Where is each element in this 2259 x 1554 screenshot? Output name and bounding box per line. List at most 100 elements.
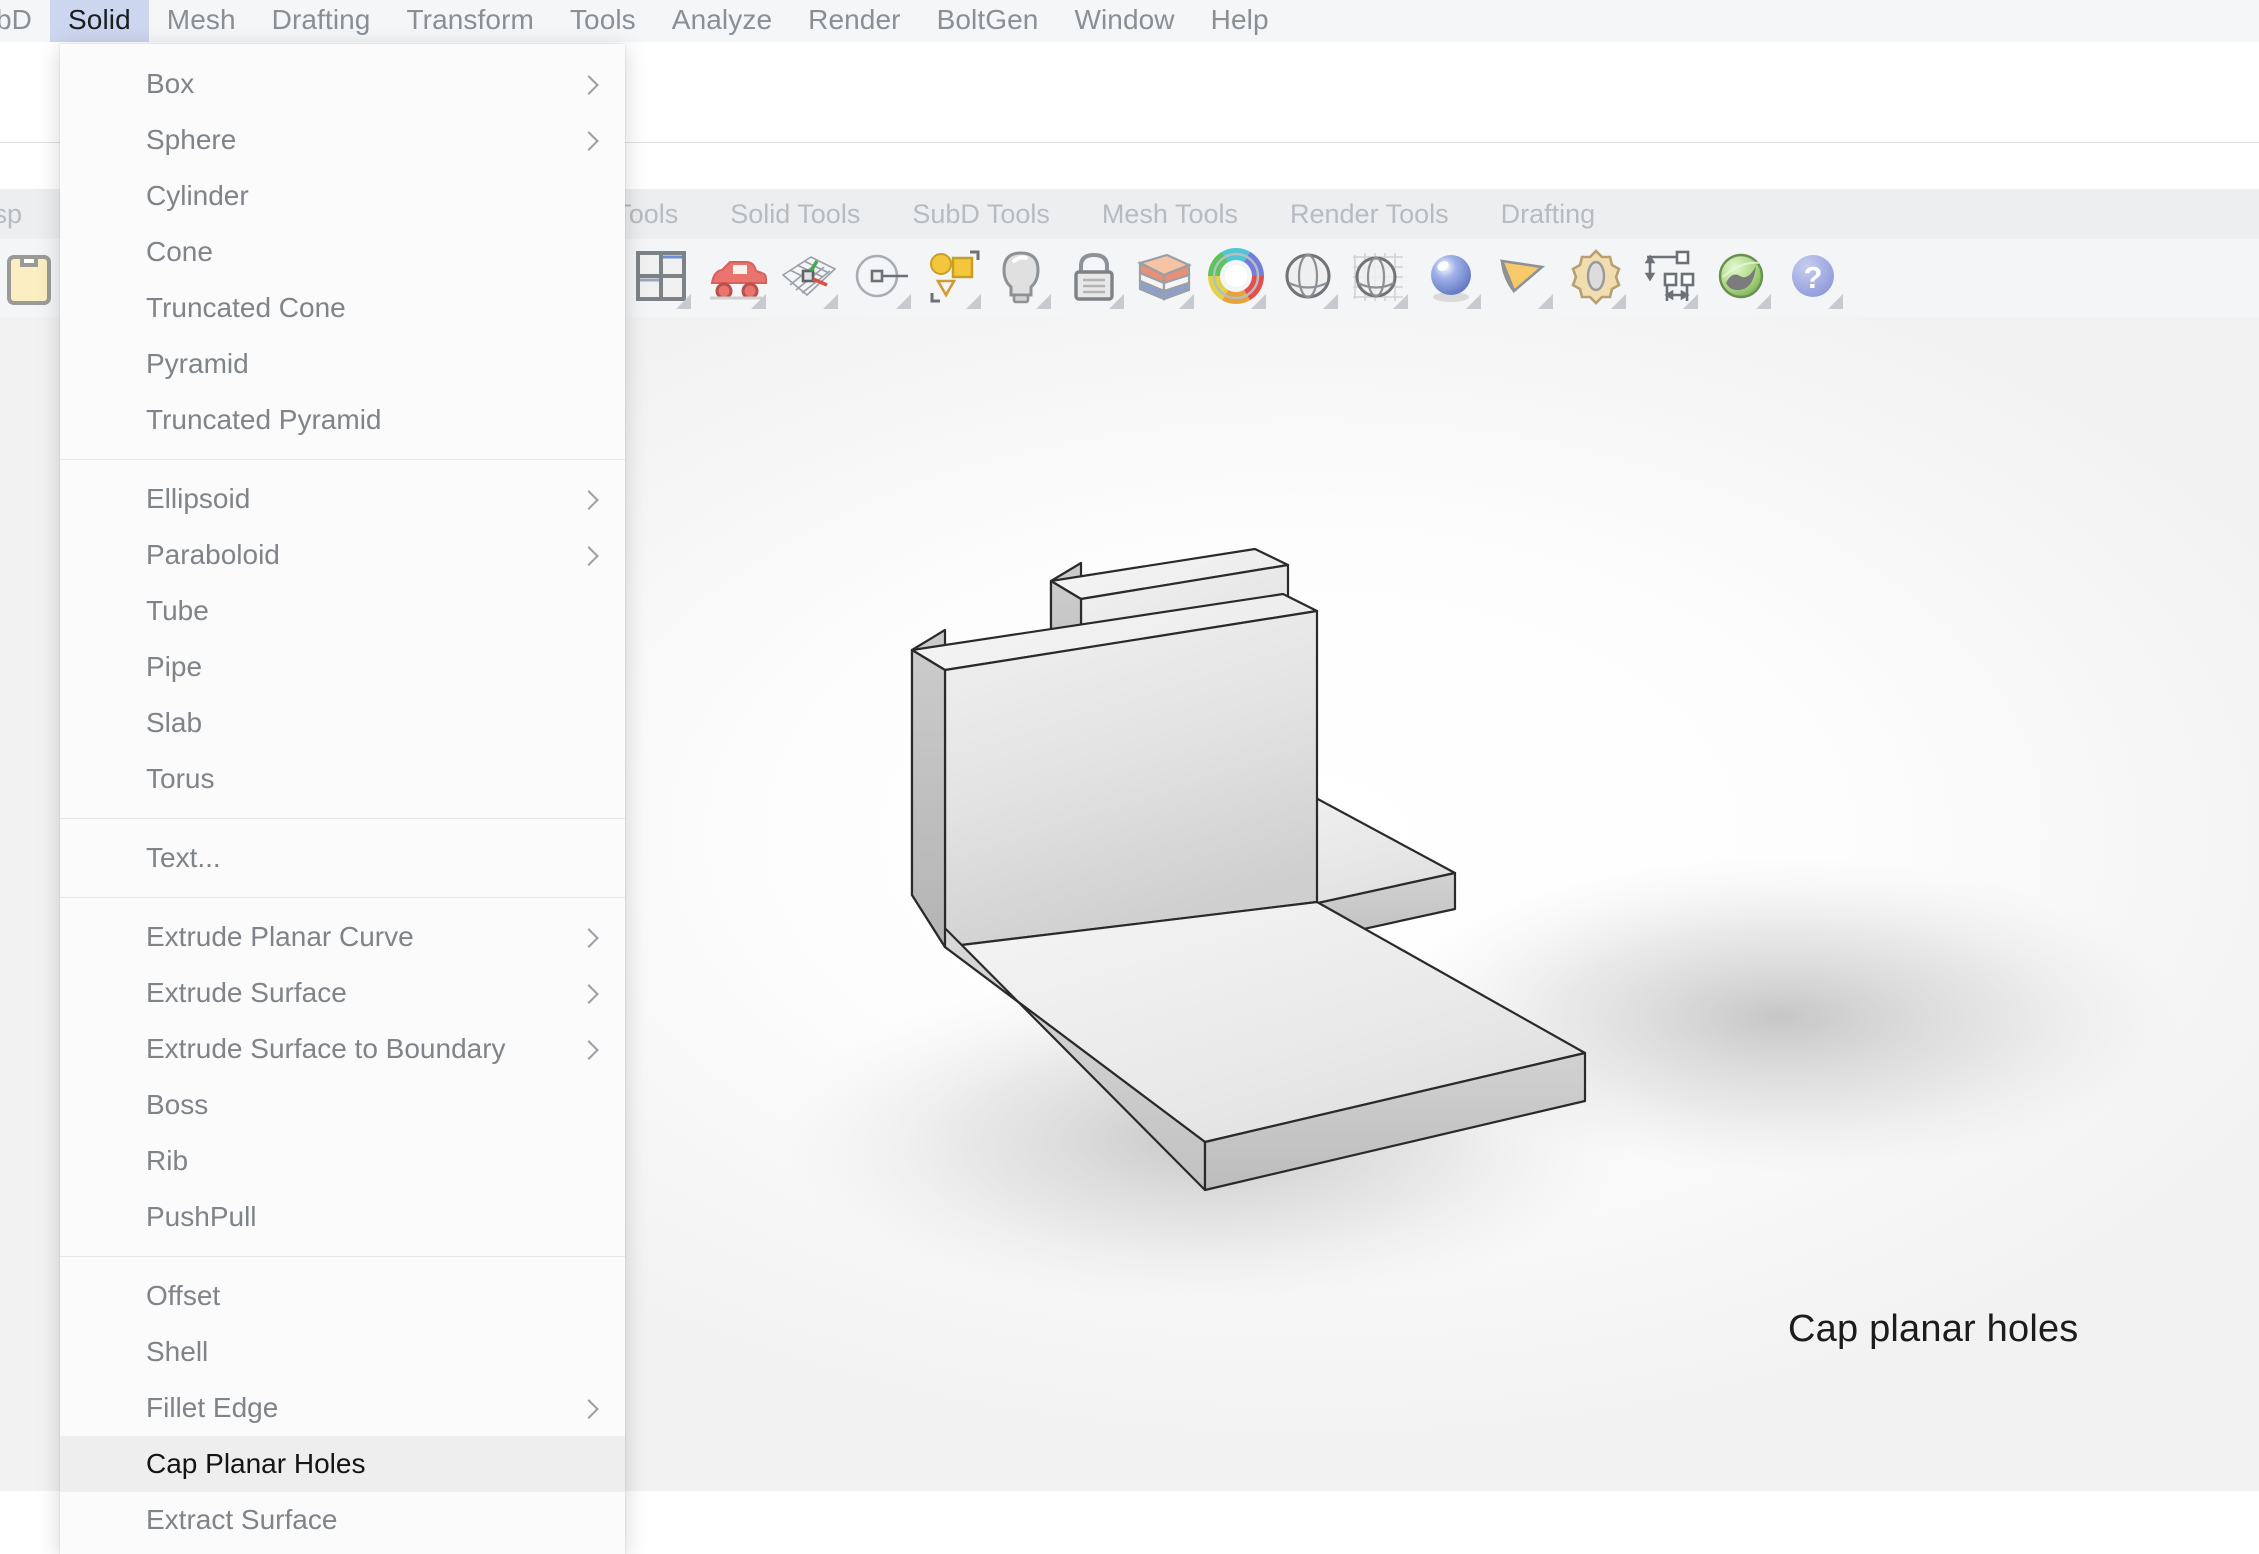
layers-material-icon[interactable] bbox=[1133, 245, 1195, 311]
dropdown-marker[interactable] bbox=[676, 294, 691, 309]
tab-subd-tools[interactable]: SubD Tools bbox=[886, 197, 1076, 231]
menu-mesh[interactable]: Mesh bbox=[149, 0, 254, 42]
tab-solid-tools[interactable]: Solid Tools bbox=[704, 197, 886, 231]
menu-item-text[interactable]: Text... bbox=[60, 830, 625, 886]
menu-item-label: PushPull bbox=[146, 1202, 257, 1232]
menu-help[interactable]: Help bbox=[1193, 0, 1287, 42]
menu-solid[interactable]: Solid bbox=[50, 0, 149, 42]
dropdown-marker[interactable] bbox=[1109, 294, 1124, 309]
menu-item-extrude-planar-curve[interactable]: Extrude Planar Curve bbox=[60, 909, 625, 965]
menu-item-paraboloid[interactable]: Paraboloid bbox=[60, 527, 625, 583]
menu-item-torus[interactable]: Torus bbox=[60, 751, 625, 807]
menu-item-box[interactable]: Box bbox=[60, 56, 625, 112]
dropdown-marker[interactable] bbox=[966, 294, 981, 309]
menu-separator bbox=[60, 818, 625, 819]
menu-item-truncated-pyramid[interactable]: Truncated Pyramid bbox=[60, 392, 625, 448]
menu-item-pipe[interactable]: Pipe bbox=[60, 639, 625, 695]
shaded-sphere-icon[interactable] bbox=[1277, 245, 1339, 311]
menu-drafting[interactable]: Drafting bbox=[254, 0, 389, 42]
menu-separator bbox=[60, 1256, 625, 1257]
dropdown-marker[interactable] bbox=[1756, 294, 1771, 309]
menu-item-label: Pipe bbox=[146, 652, 202, 682]
menu-item-pyramid[interactable]: Pyramid bbox=[60, 336, 625, 392]
menu-item-sphere[interactable]: Sphere bbox=[60, 112, 625, 168]
rendered-sphere-icon[interactable] bbox=[1420, 245, 1482, 311]
menu-item-pushpull[interactable]: PushPull bbox=[60, 1189, 625, 1245]
tab-drafting[interactable]: Drafting bbox=[1475, 197, 1622, 231]
svg-text:?: ? bbox=[1804, 260, 1823, 295]
camera-cone-icon[interactable] bbox=[1492, 245, 1554, 311]
grid-surface-icon[interactable] bbox=[777, 245, 839, 311]
menu-item-ellipsoid[interactable]: Ellipsoid bbox=[60, 471, 625, 527]
menu-item-label: Sphere bbox=[146, 125, 236, 155]
dropdown-marker[interactable] bbox=[1036, 294, 1051, 309]
menu-separator bbox=[60, 459, 625, 460]
dropdown-marker[interactable] bbox=[1828, 294, 1843, 309]
dropdown-marker[interactable] bbox=[823, 294, 838, 309]
chevron-right-icon bbox=[579, 1399, 599, 1419]
earth-render-icon[interactable] bbox=[1710, 245, 1772, 311]
chevron-right-icon bbox=[579, 490, 599, 510]
tab-render-tools[interactable]: Render Tools bbox=[1264, 197, 1475, 231]
menu-item-label: Rib bbox=[146, 1146, 188, 1176]
dropdown-marker[interactable] bbox=[1251, 294, 1266, 309]
chevron-right-icon bbox=[579, 984, 599, 1004]
menu-item-fillet-edge[interactable]: Fillet Edge bbox=[60, 1380, 625, 1436]
menu-item-cone[interactable]: Cone bbox=[60, 224, 625, 280]
menu-item-label: Torus bbox=[146, 764, 214, 794]
tab-disp[interactable]: Disp bbox=[0, 197, 48, 231]
menu-item-label: Ellipsoid bbox=[146, 484, 250, 514]
dropdown-marker[interactable] bbox=[1683, 294, 1698, 309]
menu-item-label: Tube bbox=[146, 596, 209, 626]
menu-analyze[interactable]: Analyze bbox=[654, 0, 790, 42]
menu-render[interactable]: Render bbox=[790, 0, 918, 42]
menu-item-label: Cap Planar Holes bbox=[146, 1449, 365, 1479]
dropdown-marker[interactable] bbox=[1393, 294, 1408, 309]
named-position-icon[interactable] bbox=[850, 245, 912, 311]
clipboard-icon[interactable] bbox=[0, 245, 62, 311]
menu-item-label: Cone bbox=[146, 237, 213, 267]
help-icon[interactable]: ? bbox=[1782, 245, 1844, 311]
menu-boltgen[interactable]: BoltGen bbox=[919, 0, 1057, 42]
menu-transform[interactable]: Transform bbox=[388, 0, 551, 42]
menu-item-tube[interactable]: Tube bbox=[60, 583, 625, 639]
menu-item-label: Box bbox=[146, 69, 194, 99]
menu-item-truncated-cone[interactable]: Truncated Cone bbox=[60, 280, 625, 336]
shapes-group-icon[interactable] bbox=[920, 245, 982, 311]
dropdown-marker[interactable] bbox=[1323, 294, 1338, 309]
menu-item-label: Truncated Cone bbox=[146, 293, 346, 323]
menu-item-extrude-surface-to-boundary[interactable]: Extrude Surface to Boundary bbox=[60, 1021, 625, 1077]
ghosted-sphere-icon[interactable] bbox=[1347, 245, 1409, 311]
dropdown-marker[interactable] bbox=[1611, 294, 1626, 309]
dimension-icon[interactable] bbox=[1637, 245, 1699, 311]
lock-icon[interactable] bbox=[1063, 245, 1125, 311]
menu-bd[interactable]: bD bbox=[0, 0, 50, 42]
menu-item-label: Offset bbox=[146, 1281, 220, 1311]
menu-item-cap-planar-holes[interactable]: Cap Planar Holes bbox=[60, 1436, 625, 1492]
menu-item-label: Pyramid bbox=[146, 349, 249, 379]
menu-item-shell[interactable]: Shell bbox=[60, 1324, 625, 1380]
menu-item-slab[interactable]: Slab bbox=[60, 695, 625, 751]
tab-mesh-tools[interactable]: Mesh Tools bbox=[1076, 197, 1264, 231]
car-model-icon[interactable] bbox=[705, 245, 767, 311]
menu-window[interactable]: Window bbox=[1056, 0, 1192, 42]
dropdown-marker[interactable] bbox=[1179, 294, 1194, 309]
menu-item-cylinder[interactable]: Cylinder bbox=[60, 168, 625, 224]
menu-item-label: Extrude Surface bbox=[146, 978, 347, 1008]
chevron-right-icon bbox=[579, 1040, 599, 1060]
menu-tools[interactable]: Tools bbox=[552, 0, 654, 42]
menu-item-rib[interactable]: Rib bbox=[60, 1133, 625, 1189]
menu-item-offset[interactable]: Offset bbox=[60, 1268, 625, 1324]
gear-settings-icon[interactable] bbox=[1565, 245, 1627, 311]
menu-item-extrude-surface[interactable]: Extrude Surface bbox=[60, 965, 625, 1021]
viewport-caption: Cap planar holes bbox=[1788, 1308, 2079, 1351]
dropdown-marker[interactable] bbox=[1538, 294, 1553, 309]
menu-item-boss[interactable]: Boss bbox=[60, 1077, 625, 1133]
viewport-layout-icon[interactable] bbox=[630, 245, 692, 311]
dropdown-marker[interactable] bbox=[1466, 294, 1481, 309]
menu-item-extract-surface[interactable]: Extract Surface bbox=[60, 1492, 625, 1548]
dropdown-marker[interactable] bbox=[751, 294, 766, 309]
light-bulb-icon[interactable] bbox=[990, 245, 1052, 311]
color-wheel-icon[interactable] bbox=[1205, 245, 1267, 311]
dropdown-marker[interactable] bbox=[896, 294, 911, 309]
